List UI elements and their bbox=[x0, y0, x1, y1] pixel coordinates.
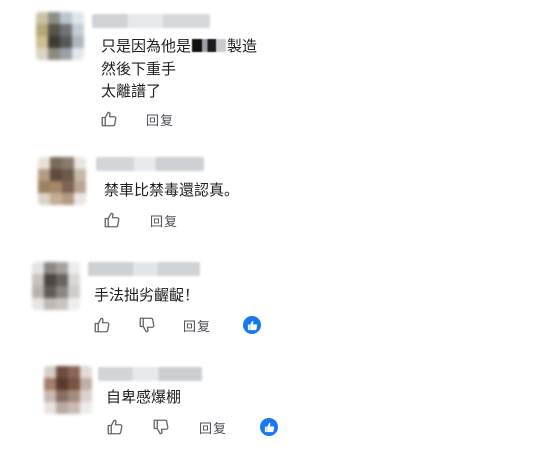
comment-1: 只是因為他是 製造 然後下重手 太離譜了 回复 bbox=[0, 0, 555, 129]
commenter-name[interactable] bbox=[98, 367, 202, 381]
reply-button[interactable]: 回复 bbox=[183, 316, 211, 335]
reply-button[interactable]: 回复 bbox=[150, 211, 178, 230]
avatar[interactable] bbox=[36, 12, 84, 60]
thumbs-up-icon bbox=[93, 316, 111, 334]
censored-word bbox=[192, 39, 227, 52]
comment-actions: 回复 bbox=[103, 211, 303, 231]
reply-label: 回复 bbox=[150, 215, 179, 230]
reply-label: 回复 bbox=[199, 422, 228, 437]
comment-4: 自卑感爆棚 回复 bbox=[0, 360, 555, 470]
like-reaction-icon bbox=[260, 418, 278, 436]
thumbs-down-icon bbox=[138, 316, 156, 334]
like-reaction-icon bbox=[243, 316, 261, 334]
commenter-name[interactable] bbox=[92, 14, 210, 28]
comment-text: 手法拙劣齷齪！ bbox=[94, 286, 200, 304]
thumbs-up-icon bbox=[100, 110, 118, 128]
reply-button[interactable]: 回复 bbox=[146, 110, 174, 129]
reply-button[interactable]: 回复 bbox=[199, 418, 227, 437]
avatar[interactable] bbox=[38, 157, 86, 205]
thumbs-up-icon bbox=[106, 418, 124, 436]
comment-text: 自卑感爆棚 bbox=[106, 388, 182, 406]
comment-2: 禁車比禁毒還認真。 回复 bbox=[0, 150, 555, 260]
comment-actions: 回复 bbox=[106, 418, 306, 438]
like-button[interactable] bbox=[93, 316, 111, 334]
reply-label: 回复 bbox=[183, 320, 212, 335]
thumbs-down-icon bbox=[152, 418, 170, 436]
dislike-button[interactable] bbox=[138, 316, 156, 334]
comment-line: 只是因為他是 bbox=[101, 37, 192, 55]
comment-actions: 回复 bbox=[93, 316, 293, 336]
like-reaction-badge[interactable] bbox=[243, 316, 261, 334]
avatar[interactable] bbox=[32, 262, 80, 310]
dislike-button[interactable] bbox=[152, 418, 170, 436]
reply-label: 回复 bbox=[146, 114, 175, 129]
like-reaction-badge[interactable] bbox=[260, 418, 278, 436]
comment-line: 然後下重手 bbox=[101, 60, 177, 78]
avatar[interactable] bbox=[44, 366, 92, 414]
commenter-name[interactable] bbox=[96, 157, 204, 171]
comment-3: 手法拙劣齷齪！ 回复 bbox=[0, 255, 555, 365]
like-button[interactable] bbox=[100, 110, 118, 128]
comment-actions: 回复 bbox=[100, 110, 300, 130]
comment-text: 禁車比禁毒還認真。 bbox=[104, 181, 240, 199]
comment-line: 太離譜了 bbox=[101, 82, 162, 100]
comment-text: 只是因為他是 製造 bbox=[101, 35, 257, 57]
comment-line: 製造 bbox=[227, 37, 258, 55]
commenter-name[interactable] bbox=[88, 262, 200, 276]
like-button[interactable] bbox=[103, 211, 121, 229]
thumbs-up-icon bbox=[103, 211, 121, 229]
like-button[interactable] bbox=[106, 418, 124, 436]
